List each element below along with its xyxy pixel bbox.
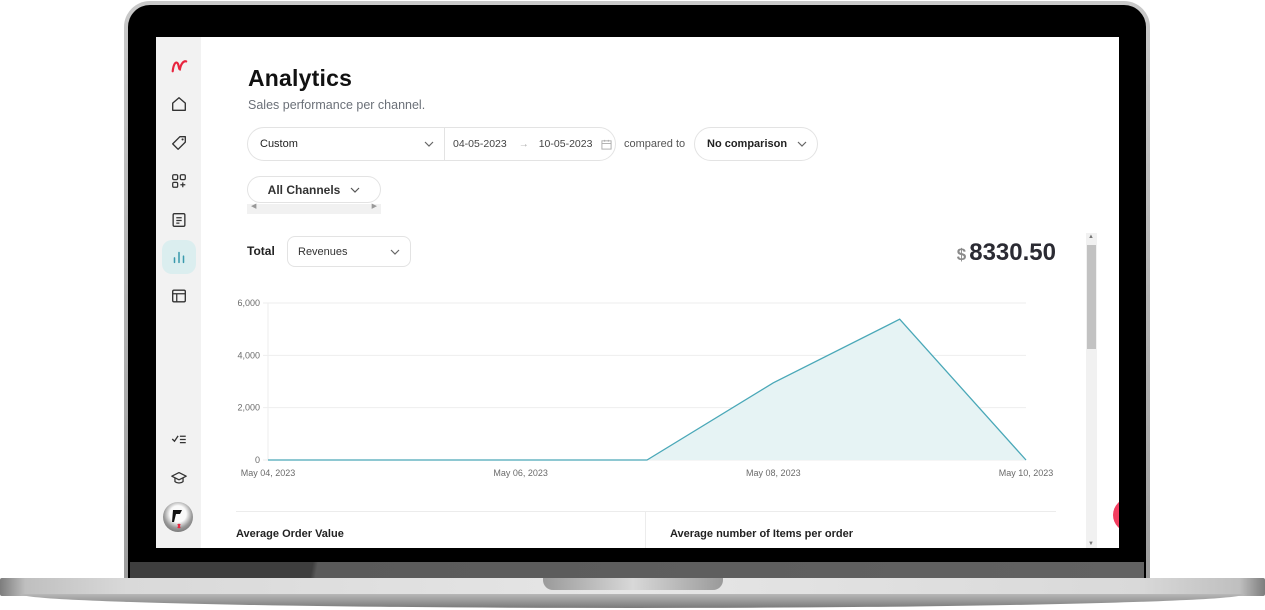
document-icon: [172, 213, 186, 227]
avatar[interactable]: [163, 502, 193, 532]
graduation-cap-icon: [171, 471, 187, 484]
calendar-icon[interactable]: [601, 139, 612, 150]
sidebar-item-layout[interactable]: [162, 279, 196, 313]
checklist-icon: [171, 435, 186, 444]
chat-button[interactable]: [1113, 498, 1119, 532]
metric-select-value: Revenues: [298, 245, 348, 258]
home-icon: [172, 97, 186, 111]
bar-chart-icon: [173, 251, 185, 264]
page-title: Analytics: [248, 65, 353, 91]
page-subtitle: Sales performance per channel.: [248, 98, 426, 112]
date-to[interactable]: 10-05-2023: [539, 138, 593, 150]
sidebar-item-products[interactable]: [162, 126, 196, 160]
total-amount: $8330.50: [957, 239, 1056, 267]
section-divider: [236, 511, 1056, 512]
laptop-notch: [543, 578, 723, 590]
kpi-average-items-per-order: Average number of Items per order: [670, 528, 853, 540]
currency-symbol: $: [956, 245, 967, 264]
y-tick-label: 2,000: [237, 403, 260, 413]
metric-select[interactable]: Revenues: [287, 236, 411, 267]
comparison-select-value: No comparison: [707, 138, 788, 150]
channels-select[interactable]: All Channels: [247, 176, 381, 203]
x-tick-label: May 10, 2023: [999, 468, 1054, 478]
chevron-down-icon: [350, 187, 360, 193]
column-divider: [645, 511, 646, 548]
sidebar-item-apps[interactable]: [162, 164, 196, 198]
area-fill: [268, 319, 1026, 460]
x-tick-label: May 08, 2023: [746, 468, 801, 478]
scroll-up-arrow-icon[interactable]: ▲: [1088, 234, 1094, 240]
range-select-value: Custom: [260, 138, 298, 150]
apps-add-icon: [172, 174, 186, 188]
scrollbar-thumb[interactable]: [1087, 245, 1096, 349]
main-content: Analytics Sales performance per channel.…: [201, 37, 1119, 548]
brand-logo-icon[interactable]: [162, 48, 196, 82]
kpi-average-order-value: Average Order Value: [236, 528, 344, 540]
date-arrow: →: [518, 138, 529, 150]
sidebar-item-orders[interactable]: [162, 203, 196, 237]
sidebar-item-analytics[interactable]: [162, 240, 196, 274]
chevron-down-icon: [390, 249, 400, 255]
scroll-right-arrow-icon[interactable]: ▶: [372, 202, 377, 210]
y-tick-label: 4,000: [237, 350, 260, 360]
revenue-chart: 0 2,000 4,000 6,000 May 04, 2023 May 06, 2023…: [237, 298, 1054, 478]
app-screen: Analytics Sales performance per channel.…: [156, 37, 1119, 548]
layout-icon: [172, 289, 186, 303]
tag-icon: [172, 136, 186, 150]
sidebar: [156, 37, 201, 548]
sidebar-item-tasks[interactable]: [162, 422, 196, 456]
scroll-left-arrow-icon[interactable]: ◀: [251, 202, 256, 210]
chevron-down-icon: [797, 141, 807, 147]
sidebar-item-academy[interactable]: [162, 461, 196, 495]
range-select[interactable]: Custom: [248, 128, 445, 160]
chevron-down-icon: [424, 141, 434, 147]
sidebar-item-home[interactable]: [162, 87, 196, 121]
total-label: Total: [247, 244, 275, 258]
scroll-down-arrow-icon[interactable]: ▼: [1088, 541, 1094, 547]
x-tick-label: May 04, 2023: [241, 468, 296, 478]
y-tick-label: 6,000: [237, 298, 260, 308]
date-range-input[interactable]: 04-05-2023 → 10-05-2023: [445, 138, 612, 150]
compared-to-label: compared to: [624, 138, 686, 150]
vertical-scrollbar[interactable]: ▲ ▼: [1086, 233, 1097, 548]
horizontal-scrollbar[interactable]: ◀ ▶: [247, 202, 381, 214]
comparison-select[interactable]: No comparison: [694, 127, 818, 161]
x-tick-label: May 06, 2023: [493, 468, 548, 478]
laptop-hinge: [130, 562, 1144, 579]
y-tick-label: 0: [255, 455, 260, 465]
date-range-filter: Custom 04-05-2023 → 10-05-2023: [247, 127, 616, 161]
amount-value: 8330.50: [969, 239, 1056, 266]
channels-select-value: All Channels: [267, 182, 341, 197]
date-from[interactable]: 04-05-2023: [453, 138, 507, 150]
laptop-base-bottom: [20, 594, 1245, 608]
